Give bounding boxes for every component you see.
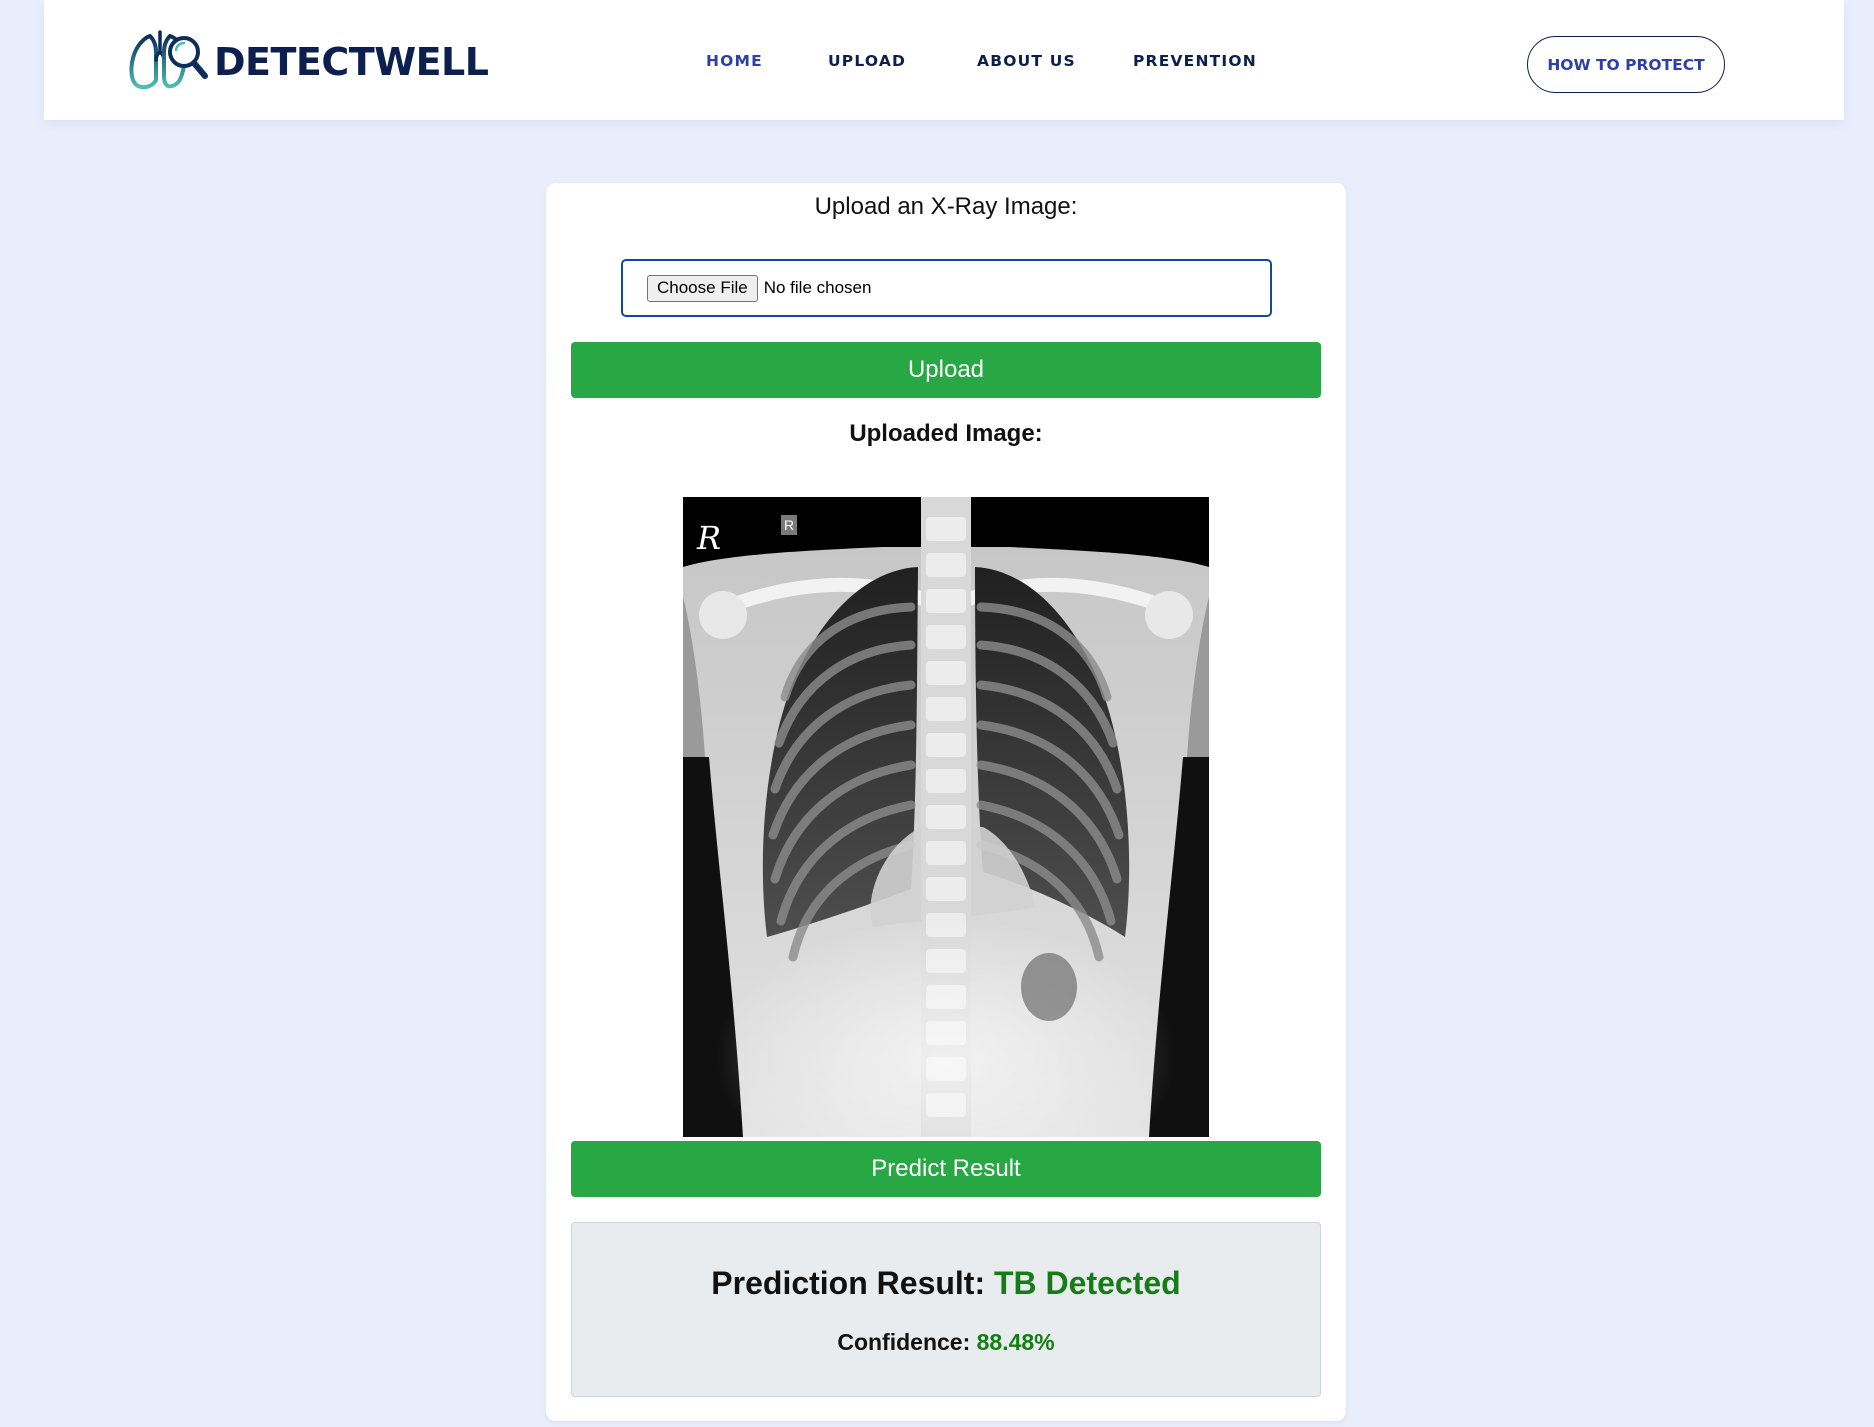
side-marker-badge: R <box>781 515 797 535</box>
confidence-line: Confidence: 88.48% <box>572 1329 1320 1356</box>
uploaded-image-label: Uploaded Image: <box>849 420 1043 447</box>
handwritten-r-marker: R <box>697 519 722 557</box>
chest-xray-image: R R <box>683 497 1209 1137</box>
nav-link-upload[interactable]: UPLOAD <box>828 52 906 70</box>
file-status-text: No file chosen <box>763 278 872 297</box>
upload-button[interactable]: Upload <box>571 342 1321 398</box>
prediction-value: TB Detected <box>994 1265 1181 1301</box>
site-header: DETECTWELL HOME UPLOAD ABOUT US PREVENTI… <box>44 0 1844 120</box>
file-input[interactable]: Choose File No file chosen <box>621 259 1272 317</box>
nav-link-prevention[interactable]: PREVENTION <box>1133 52 1257 70</box>
confidence-value: 88.48% <box>976 1329 1055 1355</box>
prediction-result-panel: Prediction Result: TB Detected Confidenc… <box>571 1222 1321 1397</box>
prediction-result-line: Prediction Result: TB Detected <box>572 1265 1320 1302</box>
choose-file-button[interactable]: Choose File <box>647 274 758 302</box>
prediction-label: Prediction Result: <box>711 1265 986 1301</box>
how-to-protect-button[interactable]: HOW TO PROTECT <box>1527 36 1725 93</box>
upload-card: Upload an X-Ray Image: Choose File No fi… <box>546 183 1346 1421</box>
nav-link-home[interactable]: HOME <box>706 52 763 70</box>
nav-link-about-us[interactable]: ABOUT US <box>977 52 1076 70</box>
confidence-label: Confidence: <box>837 1329 971 1355</box>
upload-title: Upload an X-Ray Image: <box>814 193 1078 220</box>
predict-result-button[interactable]: Predict Result <box>571 1141 1321 1197</box>
